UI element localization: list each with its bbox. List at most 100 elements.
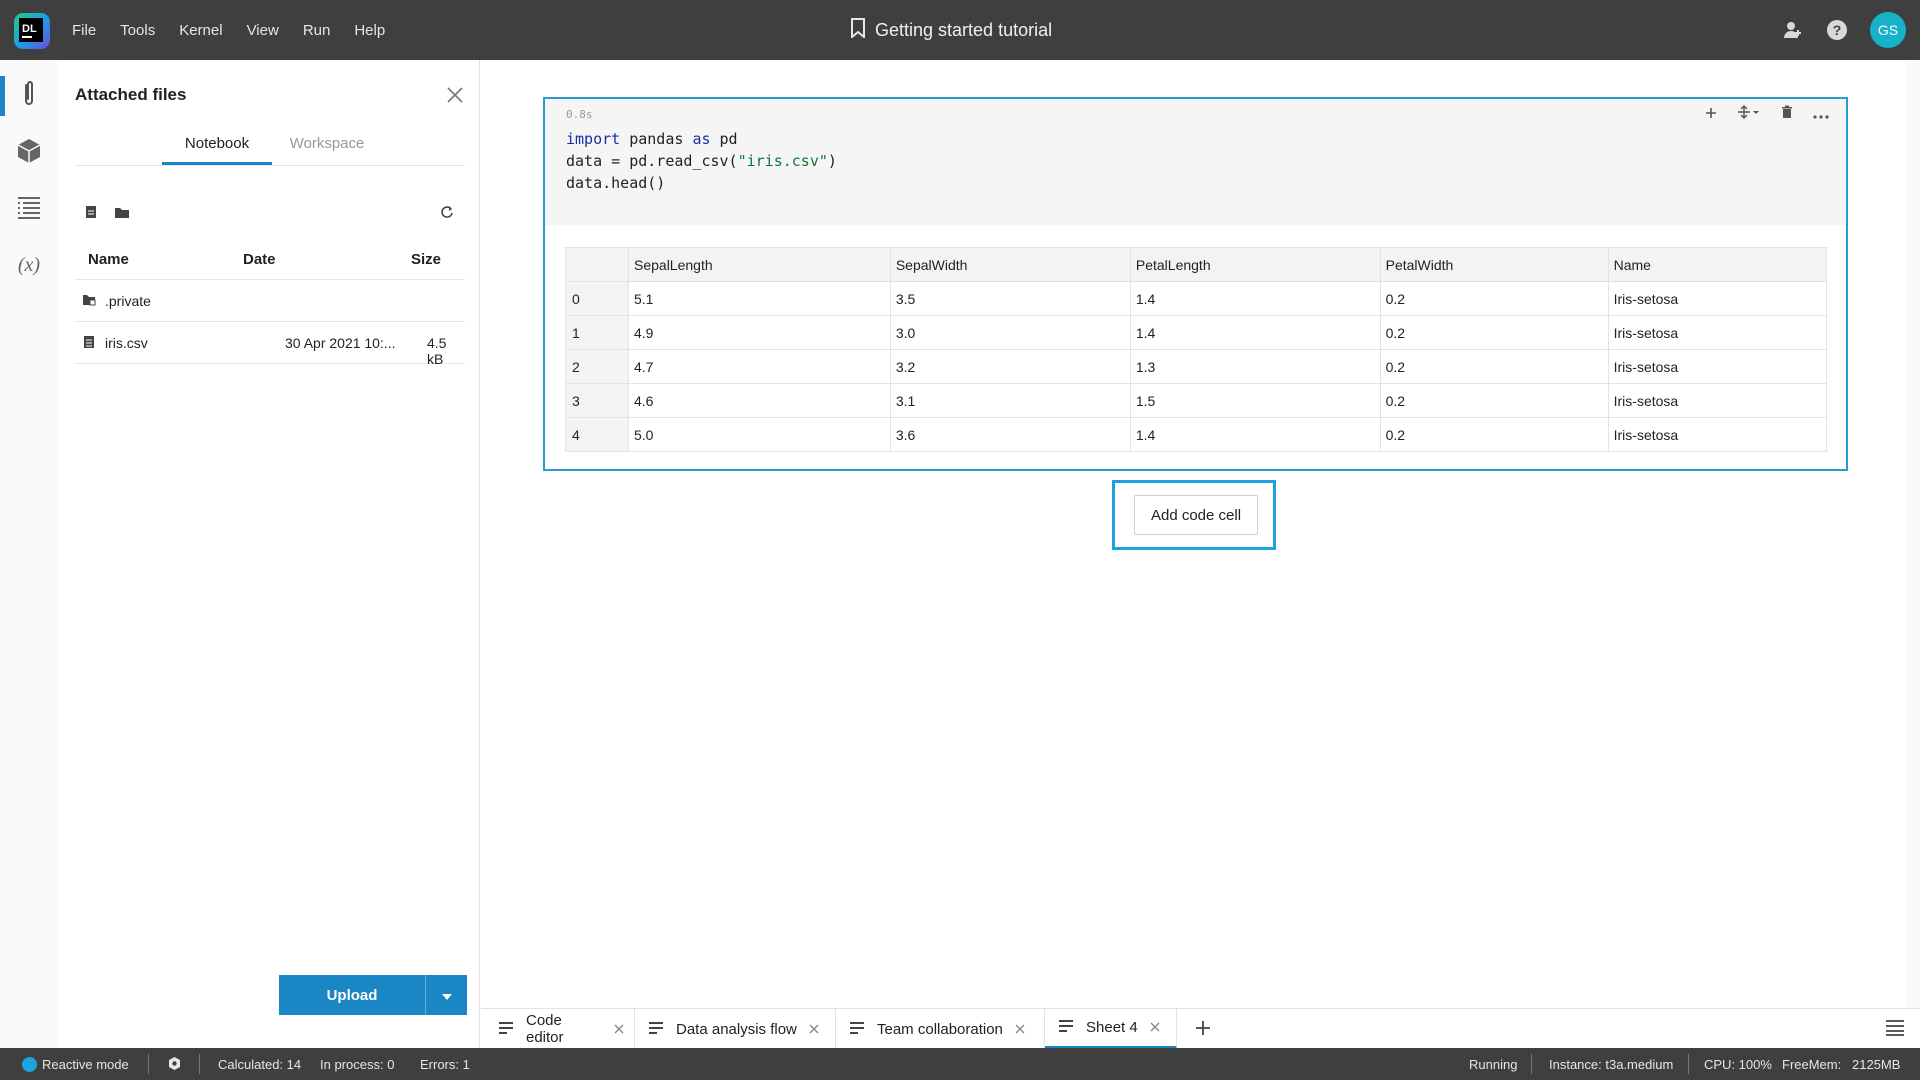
- sheet-icon: [499, 1021, 513, 1038]
- close-tab-icon[interactable]: [1150, 1019, 1160, 1036]
- table-cell: Iris-setosa: [1607, 417, 1828, 452]
- sheets-menu-icon[interactable]: [1886, 1020, 1904, 1040]
- close-tab-icon[interactable]: [809, 1021, 819, 1038]
- row-index: 1: [565, 315, 629, 350]
- table-cell: 3.5: [889, 281, 1131, 316]
- new-file-icon[interactable]: [84, 205, 98, 223]
- rail-environment[interactable]: [0, 133, 58, 173]
- list-icon: [16, 195, 42, 225]
- table-cell: 0.2: [1379, 281, 1609, 316]
- status-divider: [199, 1054, 200, 1074]
- table-cell: 0.2: [1379, 349, 1609, 384]
- menu-kernel[interactable]: Kernel: [179, 22, 233, 39]
- column-header[interactable]: SepalWidth: [889, 247, 1131, 282]
- table-cell: Iris-setosa: [1607, 315, 1828, 350]
- execution-time: 0.8s: [566, 108, 593, 121]
- code-text[interactable]: import pandas as pd data = pd.read_csv("i…: [566, 128, 837, 194]
- share-user-icon[interactable]: [1782, 19, 1804, 41]
- tab-data-analysis-flow[interactable]: Data analysis flow: [635, 1009, 836, 1049]
- notebook-title[interactable]: Getting started tutorial: [875, 20, 1052, 41]
- calculated-count: Calculated: 14: [218, 1057, 302, 1072]
- status-divider: [1531, 1054, 1532, 1074]
- reactive-mode-indicator[interactable]: [22, 1057, 37, 1072]
- add-code-cell-button[interactable]: Add code cell: [1134, 495, 1258, 535]
- code-string: "iris.csv": [737, 152, 828, 170]
- file-table: Name Date Size .private iris.csv 30 Apr …: [75, 240, 465, 367]
- freemem-value: 2125MB: [1852, 1057, 1901, 1072]
- folder-icon[interactable]: [114, 205, 130, 223]
- refresh-icon[interactable]: [440, 205, 454, 223]
- tab-workspace[interactable]: Workspace: [272, 123, 382, 165]
- upload-split-button: Upload: [279, 975, 467, 1015]
- table-cell: 0.2: [1379, 315, 1609, 350]
- column-header[interactable]: Name: [1607, 247, 1828, 282]
- move-cell-icon[interactable]: [1737, 105, 1761, 123]
- code-token: data = pd.read_csv(: [566, 152, 738, 170]
- table-cell: Iris-setosa: [1607, 383, 1828, 418]
- tabs-divider: [75, 165, 465, 166]
- close-icon[interactable]: [446, 86, 466, 106]
- code-cell[interactable]: 0.8s import pandas as pd data = pd.read_c…: [543, 97, 1848, 471]
- menu-file[interactable]: File: [72, 22, 107, 39]
- more-options-icon[interactable]: [1813, 106, 1829, 123]
- table-row: 0 5.1 3.5 1.4 0.2 Iris-setosa: [565, 281, 1828, 316]
- tab-team-collaboration[interactable]: Team collaboration: [836, 1009, 1045, 1049]
- code-token: data.head(): [566, 174, 666, 192]
- table-cell: 0.2: [1379, 417, 1609, 452]
- panel-title: Attached files: [75, 85, 187, 104]
- rail-attached-files[interactable]: [0, 76, 58, 116]
- bookmark-icon[interactable]: [850, 18, 866, 42]
- menu-run[interactable]: Run: [303, 22, 342, 39]
- rail-variables[interactable]: (x): [0, 247, 58, 287]
- table-cell: Iris-setosa: [1607, 281, 1828, 316]
- reactive-mode-label[interactable]: Reactive mode: [42, 1057, 129, 1072]
- sheet-tab-label: Code editor: [526, 1012, 564, 1046]
- upload-button[interactable]: Upload: [279, 975, 425, 1015]
- help-icon[interactable]: ?: [1826, 19, 1848, 41]
- top-bar: DL File Tools Kernel View Run Help Getti…: [0, 0, 1920, 60]
- file-row-iris[interactable]: iris.csv 30 Apr 2021 10:... 4.5 kB: [75, 322, 465, 367]
- menu-view[interactable]: View: [247, 22, 290, 39]
- sheet-tab-label: Sheet 4: [1086, 1019, 1138, 1036]
- kernel-settings-icon[interactable]: [167, 1056, 182, 1074]
- table-cell: 1.5: [1129, 383, 1381, 418]
- paperclip-icon: [22, 80, 36, 112]
- file-row-private[interactable]: .private: [75, 280, 465, 322]
- tab-code-editor[interactable]: Code editor: [485, 1009, 635, 1049]
- column-header[interactable]: SepalLength: [628, 247, 891, 282]
- attached-files-panel: Attached files Notebook Workspace Name D…: [58, 60, 480, 1048]
- close-tab-icon[interactable]: [614, 1021, 624, 1038]
- rail-table-of-contents[interactable]: [0, 190, 58, 230]
- col-name-header[interactable]: Name: [88, 251, 129, 268]
- add-cell-highlight: Add code cell: [1112, 480, 1276, 550]
- file-size: 4.5 kB: [427, 335, 447, 367]
- notebook-title-area[interactable]: Getting started tutorial: [850, 0, 1052, 60]
- add-sheet-icon[interactable]: [1194, 1019, 1212, 1041]
- table-cell: 1.4: [1129, 417, 1381, 452]
- tab-sheet-4[interactable]: Sheet 4: [1045, 1009, 1177, 1049]
- table-cell: 5.1: [628, 281, 891, 316]
- close-tab-icon[interactable]: [1015, 1021, 1025, 1038]
- menu-help[interactable]: Help: [354, 22, 396, 39]
- table-cell: 1.4: [1129, 281, 1381, 316]
- plus-icon[interactable]: [1705, 106, 1717, 123]
- menu-tools[interactable]: Tools: [120, 22, 166, 39]
- tab-notebook[interactable]: Notebook: [162, 123, 272, 165]
- table-cell: 0.2: [1379, 383, 1609, 418]
- col-date-header[interactable]: Date: [243, 251, 276, 268]
- instance-type[interactable]: Instance: t3a.medium: [1549, 1057, 1673, 1072]
- col-size-header[interactable]: Size: [411, 251, 441, 268]
- notebook-scrollbar[interactable]: [1905, 60, 1920, 1008]
- datalore-logo[interactable]: DL: [12, 11, 52, 51]
- table-cell: 1.4: [1129, 315, 1381, 350]
- code-editor[interactable]: 0.8s import pandas as pd data = pd.read_c…: [545, 99, 1846, 225]
- upload-dropdown-button[interactable]: [426, 975, 467, 1015]
- column-header[interactable]: PetalWidth: [1379, 247, 1609, 282]
- cpu-usage: CPU: 100%: [1704, 1057, 1772, 1072]
- column-header[interactable]: PetalLength: [1129, 247, 1381, 282]
- file-name: iris.csv: [105, 335, 148, 351]
- kernel-status: Running: [1469, 1057, 1518, 1072]
- errors-count[interactable]: Errors: 1: [420, 1057, 470, 1072]
- trash-icon[interactable]: [1781, 105, 1793, 123]
- user-avatar[interactable]: GS: [1870, 12, 1906, 48]
